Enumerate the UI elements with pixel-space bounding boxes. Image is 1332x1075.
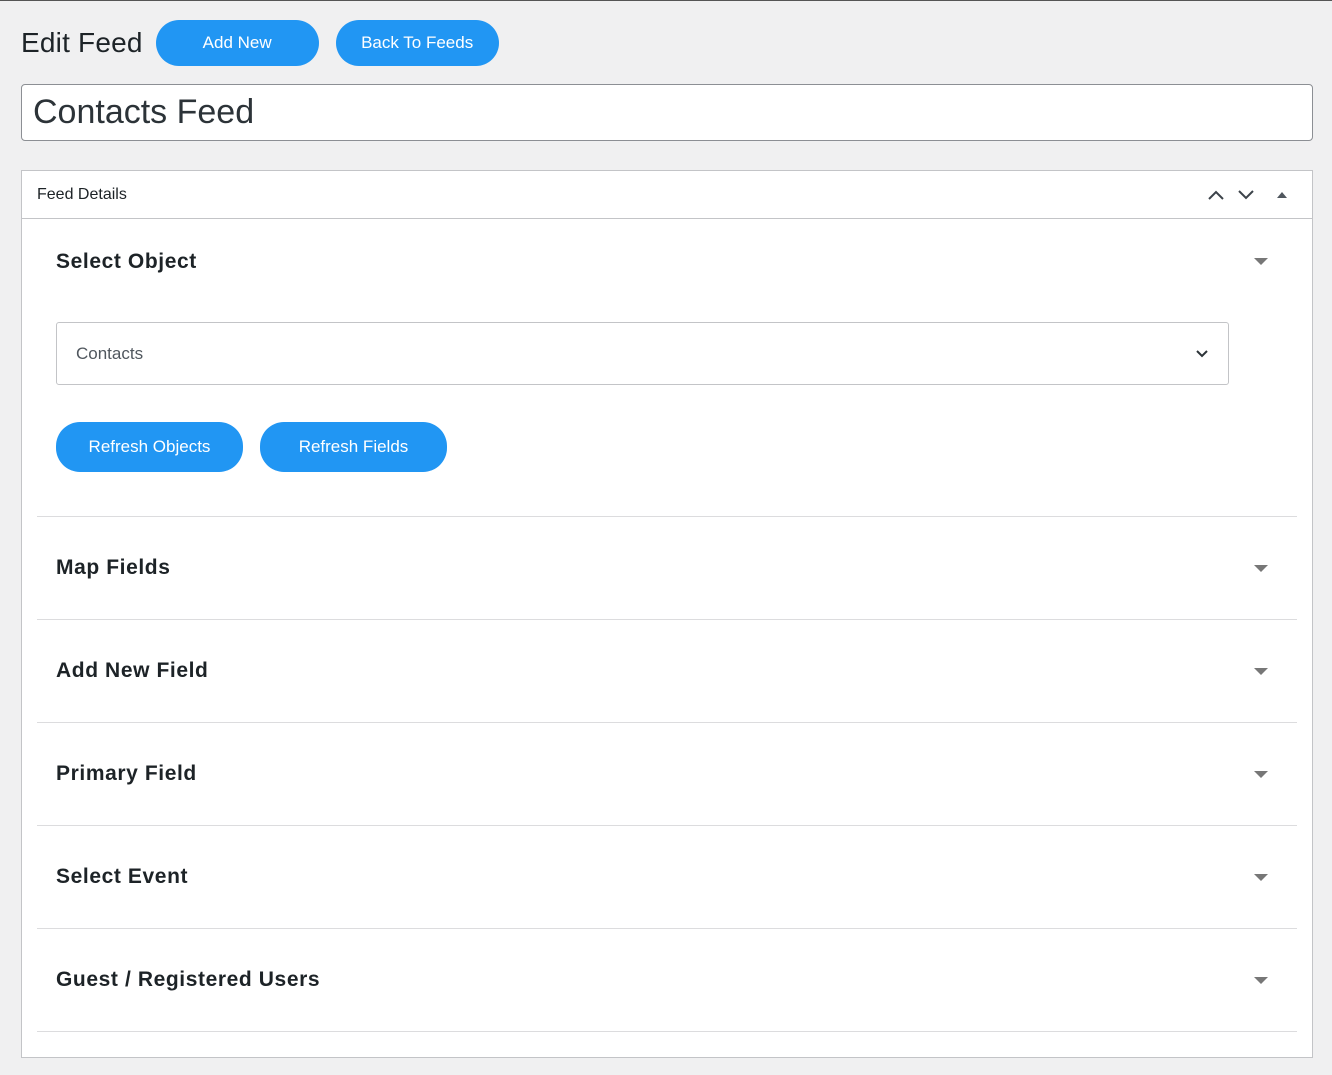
caret-down-icon[interactable] <box>1254 564 1268 572</box>
section-body: Contacts Refresh Objects Refresh Fields <box>37 304 1297 516</box>
caret-down-icon[interactable] <box>1254 258 1268 265</box>
feed-title-input[interactable] <box>21 84 1313 141</box>
caret-down-icon[interactable] <box>1254 976 1268 984</box>
section-title: Map Fields <box>56 556 171 579</box>
map-fields-section: Map Fields <box>37 517 1297 620</box>
page-header: Edit Feed Add New Back To Feeds <box>21 20 499 66</box>
refresh-objects-button[interactable]: Refresh Objects <box>56 422 243 472</box>
refresh-fields-button[interactable]: Refresh Fields <box>260 422 447 472</box>
triangle-up-icon[interactable] <box>1267 180 1297 210</box>
back-to-feeds-button[interactable]: Back To Feeds <box>335 20 499 66</box>
section-title: Guest / Registered Users <box>56 968 321 991</box>
postbox-title: Feed Details <box>37 185 127 203</box>
object-select[interactable]: Contacts <box>56 322 1229 385</box>
chevron-down-icon[interactable] <box>1231 180 1261 210</box>
section-title: Select Event <box>56 865 189 888</box>
section-header[interactable]: Map Fields <box>37 517 1297 619</box>
section-title: Primary Field <box>56 762 197 785</box>
section-header[interactable]: Primary Field <box>37 723 1297 825</box>
section-header[interactable]: Guest / Registered Users <box>37 929 1297 1031</box>
select-event-section: Select Event <box>37 826 1297 929</box>
caret-down-icon[interactable] <box>1254 770 1268 778</box>
add-new-button[interactable]: Add New <box>155 20 319 66</box>
object-select-value: Contacts <box>76 343 144 363</box>
section-header[interactable]: Add New Field <box>37 620 1297 722</box>
caret-down-icon[interactable] <box>1254 667 1268 675</box>
guest-registered-users-section: Guest / Registered Users <box>37 929 1297 1032</box>
page-title: Edit Feed <box>21 27 143 58</box>
section-title: Add New Field <box>56 659 209 682</box>
add-new-field-section: Add New Field <box>37 620 1297 723</box>
section-header[interactable]: Select Event <box>37 826 1297 928</box>
section-title: Select Object <box>56 249 197 273</box>
postbox-header: Feed Details <box>22 171 1312 219</box>
chevron-down-icon <box>1195 344 1209 364</box>
postbox-controls <box>1201 180 1297 210</box>
chevron-up-icon[interactable] <box>1201 180 1231 210</box>
primary-field-section: Primary Field <box>37 723 1297 826</box>
feed-details-box: Feed Details Select Object Contacts Refr… <box>21 170 1313 1058</box>
caret-down-icon[interactable] <box>1254 873 1268 881</box>
select-object-section: Select Object Contacts Refresh Objects R… <box>37 219 1297 517</box>
refresh-button-row: Refresh Objects Refresh Fields <box>56 422 1278 472</box>
section-header[interactable]: Select Object <box>37 219 1297 304</box>
